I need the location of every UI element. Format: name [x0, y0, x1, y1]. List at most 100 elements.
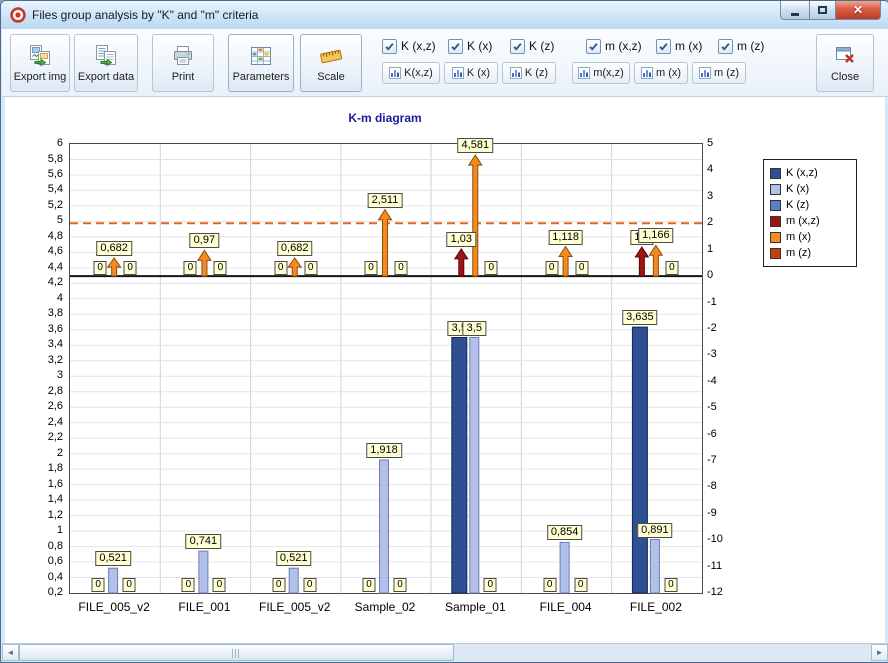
left-axis-tick: 1,2 [5, 509, 63, 521]
scroll-right-arrow[interactable]: ► [871, 644, 888, 661]
maximize-button[interactable] [809, 1, 836, 20]
right-axis-tick: -1 [707, 296, 717, 308]
checkbox-m-x[interactable]: m (x) [656, 39, 718, 54]
app-icon [10, 7, 26, 23]
checkbox-label: m (x,z) [605, 39, 642, 53]
value-label: 0,741 [186, 534, 222, 549]
series-checkbox-row: K (x,z)K (x)K (z) m (x,z) m (x)m (z) [382, 36, 792, 56]
value-label: 3,635 [622, 310, 658, 325]
value-label-zero: 0 [363, 578, 376, 592]
horizontal-scrollbar[interactable]: ◄ ► [2, 643, 888, 661]
scroll-thumb[interactable] [19, 644, 454, 661]
legend-label: m (z) [786, 247, 811, 259]
left-axis-tick: 3,4 [5, 338, 63, 350]
arrow-m-x-3 [379, 210, 392, 276]
export-data-button[interactable]: Export data [74, 34, 138, 92]
x-axis-label: Sample_02 [355, 600, 416, 614]
checkbox-box [656, 39, 671, 54]
series-button-m-z[interactable]: m (z) [692, 62, 746, 84]
value-label-zero: 0 [123, 578, 136, 592]
right-axis-tick: -3 [707, 348, 717, 360]
right-axis-tick: -5 [707, 401, 717, 413]
left-axis-tick: 0,6 [5, 555, 63, 567]
minimize-button[interactable] [780, 1, 809, 20]
right-axis-tick: -7 [707, 454, 717, 466]
checkbox-box [510, 39, 525, 54]
value-label-zero: 0 [574, 578, 587, 592]
close-button[interactable]: Close [816, 34, 874, 92]
bar-k-x-1 [199, 551, 208, 593]
parameters-grid-icon [249, 44, 273, 68]
bar-k-x-2 [289, 568, 298, 593]
checkbox-m-x-z[interactable]: m (x,z) [586, 39, 656, 54]
left-axis-tick: 1,8 [5, 462, 63, 474]
checkbox-m-z[interactable]: m (z) [718, 39, 774, 54]
left-axis-tick: 4 [5, 292, 63, 304]
left-axis-tick: 1 [5, 524, 63, 536]
series-button-row: K(x,z) K (x) K (z) m(x,z) m (x) m (z) [382, 62, 792, 84]
legend-label: K (z) [786, 199, 809, 211]
series-button-k-x[interactable]: K (x) [444, 62, 498, 84]
checkbox-box [718, 39, 733, 54]
value-label: 1,918 [366, 443, 402, 458]
arrow-m-x-6 [649, 245, 662, 276]
bar-k-x-4 [470, 338, 479, 594]
right-axis-tick: -10 [707, 533, 723, 545]
window-controls: ✕ [780, 1, 881, 20]
legend-item-m-x-z: m (x,z) [770, 215, 850, 227]
export-img-label: Export img [14, 71, 67, 83]
print-button[interactable]: Print [152, 34, 214, 92]
export-img-button[interactable]: Export img [10, 34, 70, 92]
legend-swatch [770, 184, 781, 195]
legend-item-m-x: m (x) [770, 231, 850, 243]
left-axis-tick: 4,4 [5, 261, 63, 273]
checkbox-box [382, 39, 397, 54]
value-label-zero: 0 [485, 261, 498, 275]
legend-swatch [770, 232, 781, 243]
app-window: Files group analysis by "K" and "m" crit… [0, 0, 888, 663]
checkbox-k-z[interactable]: K (z) [510, 39, 570, 54]
value-label-zero: 0 [272, 578, 285, 592]
titlebar-close-button[interactable]: ✕ [836, 1, 881, 20]
series-button-k-x-z[interactable]: K(x,z) [382, 62, 440, 84]
checkbox-k-x-z[interactable]: K (x,z) [382, 39, 448, 54]
arrow-m-x-1 [198, 250, 211, 276]
left-axis-tick: 5,4 [5, 183, 63, 195]
value-label: 0,521 [95, 551, 131, 566]
mini-chart-icon [452, 67, 464, 79]
left-axis-tick: 5,6 [5, 168, 63, 180]
export-data-icon [94, 44, 118, 68]
arrow-m-x-z-4 [455, 249, 468, 276]
titlebar[interactable]: Files group analysis by "K" and "m" crit… [1, 1, 888, 29]
left-axis-tick: 5,8 [5, 153, 63, 165]
toolbar: Export img Export data Print [2, 29, 888, 97]
export-image-icon [28, 44, 52, 68]
parameters-button[interactable]: Parameters [228, 34, 294, 92]
left-axis-tick: 2,6 [5, 400, 63, 412]
mini-chart-icon [389, 67, 401, 79]
series-button-label: K(x,z) [404, 67, 433, 79]
arrow-m-x-2 [288, 258, 301, 276]
series-button-label: m (x) [656, 67, 681, 79]
left-axis-tick: 0,8 [5, 540, 63, 552]
chart-canvas [70, 144, 702, 593]
series-button-label: K (x) [467, 67, 490, 79]
series-button-label: K (z) [525, 67, 548, 79]
close-label: Close [831, 71, 859, 83]
legend-label: m (x) [786, 231, 811, 243]
value-label: 1,166 [638, 228, 674, 243]
check-icon [450, 41, 461, 52]
legend-swatch [770, 216, 781, 227]
series-button-m-x[interactable]: m (x) [634, 62, 688, 84]
left-axis-tick: 0,4 [5, 571, 63, 583]
scroll-left-arrow[interactable]: ◄ [2, 644, 19, 661]
arrow-m-x-4 [469, 155, 482, 276]
scale-button[interactable]: Scale [300, 34, 362, 92]
plot-area: 00003,503,6350,5210,7410,5211,9183,50,85… [69, 143, 703, 594]
check-icon [658, 41, 669, 52]
series-button-m-x-z[interactable]: m(x,z) [572, 62, 630, 84]
legend-item-m-z: m (z) [770, 247, 850, 259]
value-label: 1,118 [548, 230, 583, 245]
checkbox-k-x[interactable]: K (x) [448, 39, 510, 54]
series-button-k-z[interactable]: K (z) [502, 62, 556, 84]
